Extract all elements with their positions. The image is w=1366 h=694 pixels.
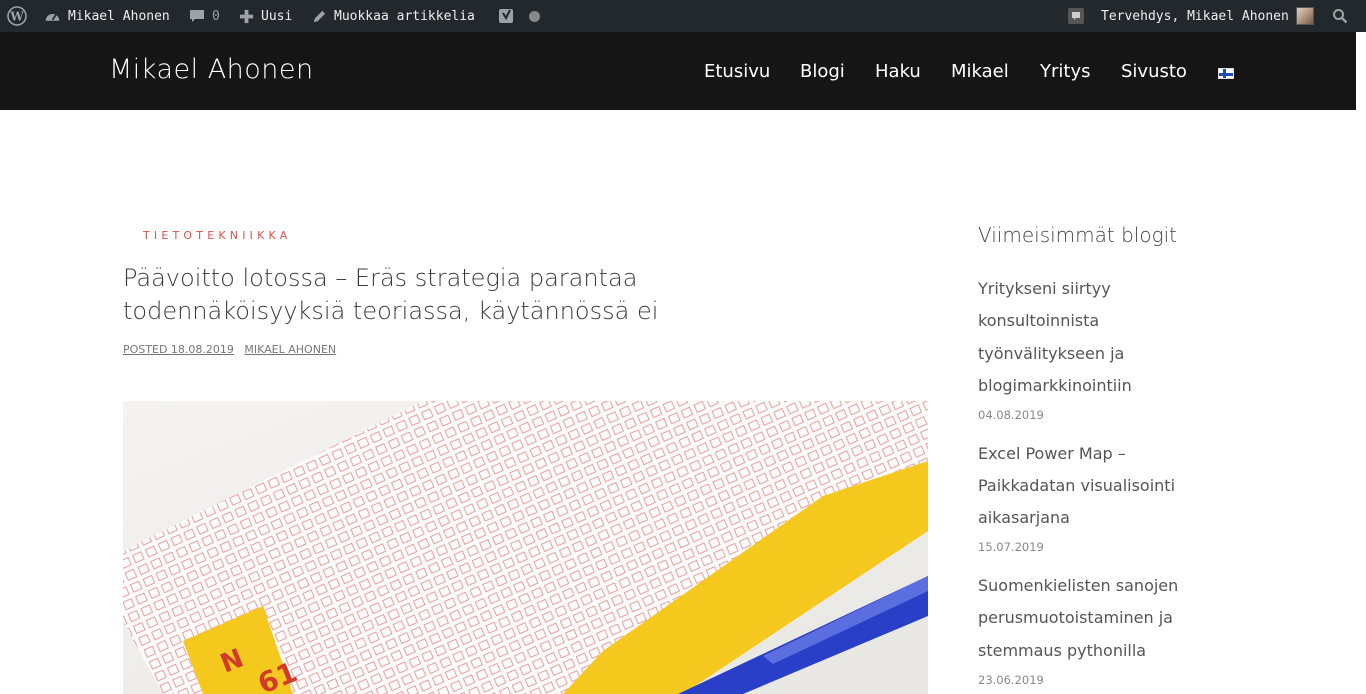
recent-post-date: 23.06.2019 <box>978 673 1044 687</box>
finnish-flag-icon[interactable] <box>1218 68 1234 79</box>
post-meta: POSTED 18.08.2019 MIKAEL AHONEN <box>123 343 336 356</box>
search-icon <box>1333 9 1348 24</box>
post-link-line[interactable]: Suomenkielisten sanojen <box>978 570 1208 602</box>
new-label: Uusi <box>261 8 293 24</box>
post-link-line[interactable]: Yritykseni siirtyy <box>978 273 1208 305</box>
edit-post-link[interactable]: Muokkaa artikkelia <box>312 0 475 32</box>
yoast-icon <box>499 9 513 23</box>
svg-text:W: W <box>9 10 24 24</box>
comments-count: 0 <box>212 8 220 24</box>
post-link-line[interactable]: Paikkadatan visualisointi <box>978 470 1208 502</box>
nav-item-sivusto[interactable]: Sivusto <box>1121 61 1187 85</box>
recent-post-date: 15.07.2019 <box>978 540 1044 554</box>
post-link-line[interactable]: konsultoinnista <box>978 305 1208 337</box>
featured-image: N 61 <box>123 401 928 694</box>
greeting-text: Tervehdys, Mikael Ahonen <box>1101 8 1289 24</box>
post-link-line[interactable]: työnvälitykseen ja <box>978 338 1208 370</box>
pencil-icon <box>313 10 326 22</box>
post-link-line[interactable]: perusmuotoistaminen ja <box>978 602 1208 634</box>
wordpress-menu[interactable]: W <box>7 0 27 32</box>
post-author-link[interactable]: MIKAEL AHONEN <box>244 343 336 356</box>
site-name-label: Mikael Ahonen <box>68 8 170 24</box>
post-title-line: todennäköisyyksiä teoriassa, käytännössä… <box>123 297 659 325</box>
recent-post-date: 04.08.2019 <box>978 408 1044 422</box>
yoast-menu[interactable] <box>498 0 540 32</box>
account-menu[interactable]: Tervehdys, Mikael Ahonen <box>1101 0 1314 32</box>
adminbar-search[interactable] <box>1332 0 1348 32</box>
nav-item-yritys[interactable]: Yritys <box>1040 61 1090 85</box>
edit-label: Muokkaa artikkelia <box>334 8 475 24</box>
sidebar-widget-title: Viimeisimmät blogit <box>978 223 1177 247</box>
new-content-menu[interactable]: Uusi <box>239 0 292 32</box>
post-link-line[interactable]: aikasarjana <box>978 502 1208 534</box>
dashboard-icon <box>45 13 60 21</box>
site-title[interactable]: Mikael Ahonen <box>109 54 314 85</box>
wordpress-icon: W <box>7 6 27 26</box>
post-link-line[interactable]: blogimarkkinointiin <box>978 370 1208 402</box>
plus-icon <box>239 9 254 23</box>
status-dot-icon <box>529 10 540 22</box>
nav-item-haku[interactable]: Haku <box>875 61 921 85</box>
post-title-line: Päävoitto lotossa – Eräs strategia paran… <box>123 264 638 292</box>
post-link-line[interactable]: stemmaus pythonilla <box>978 635 1208 667</box>
post-link-line[interactable]: Excel Power Map – <box>978 438 1208 470</box>
nav-item-mikael[interactable]: Mikael <box>951 61 1009 85</box>
comment-icon <box>190 10 204 22</box>
avatar <box>1295 7 1314 25</box>
post-category[interactable]: TIETOTEKNIIKKA <box>143 229 291 242</box>
post-date-link[interactable]: POSTED 18.08.2019 <box>123 343 234 356</box>
notifications-menu[interactable] <box>1067 0 1085 32</box>
site-name-menu[interactable]: Mikael Ahonen <box>44 0 170 32</box>
nav-item-blogi[interactable]: Blogi <box>800 61 845 85</box>
notification-icon <box>1068 8 1084 24</box>
admin-bar: W Mikael Ahonen 0 Uusi Muokkaa artikkeli… <box>0 0 1366 32</box>
nav-item-etusivu[interactable]: Etusivu <box>704 61 770 85</box>
post-title: Päävoitto lotossa – Eräs strategia paran… <box>123 262 823 328</box>
comments-menu[interactable]: 0 <box>189 0 220 32</box>
lottery-ticket-photo: N 61 <box>123 401 928 694</box>
